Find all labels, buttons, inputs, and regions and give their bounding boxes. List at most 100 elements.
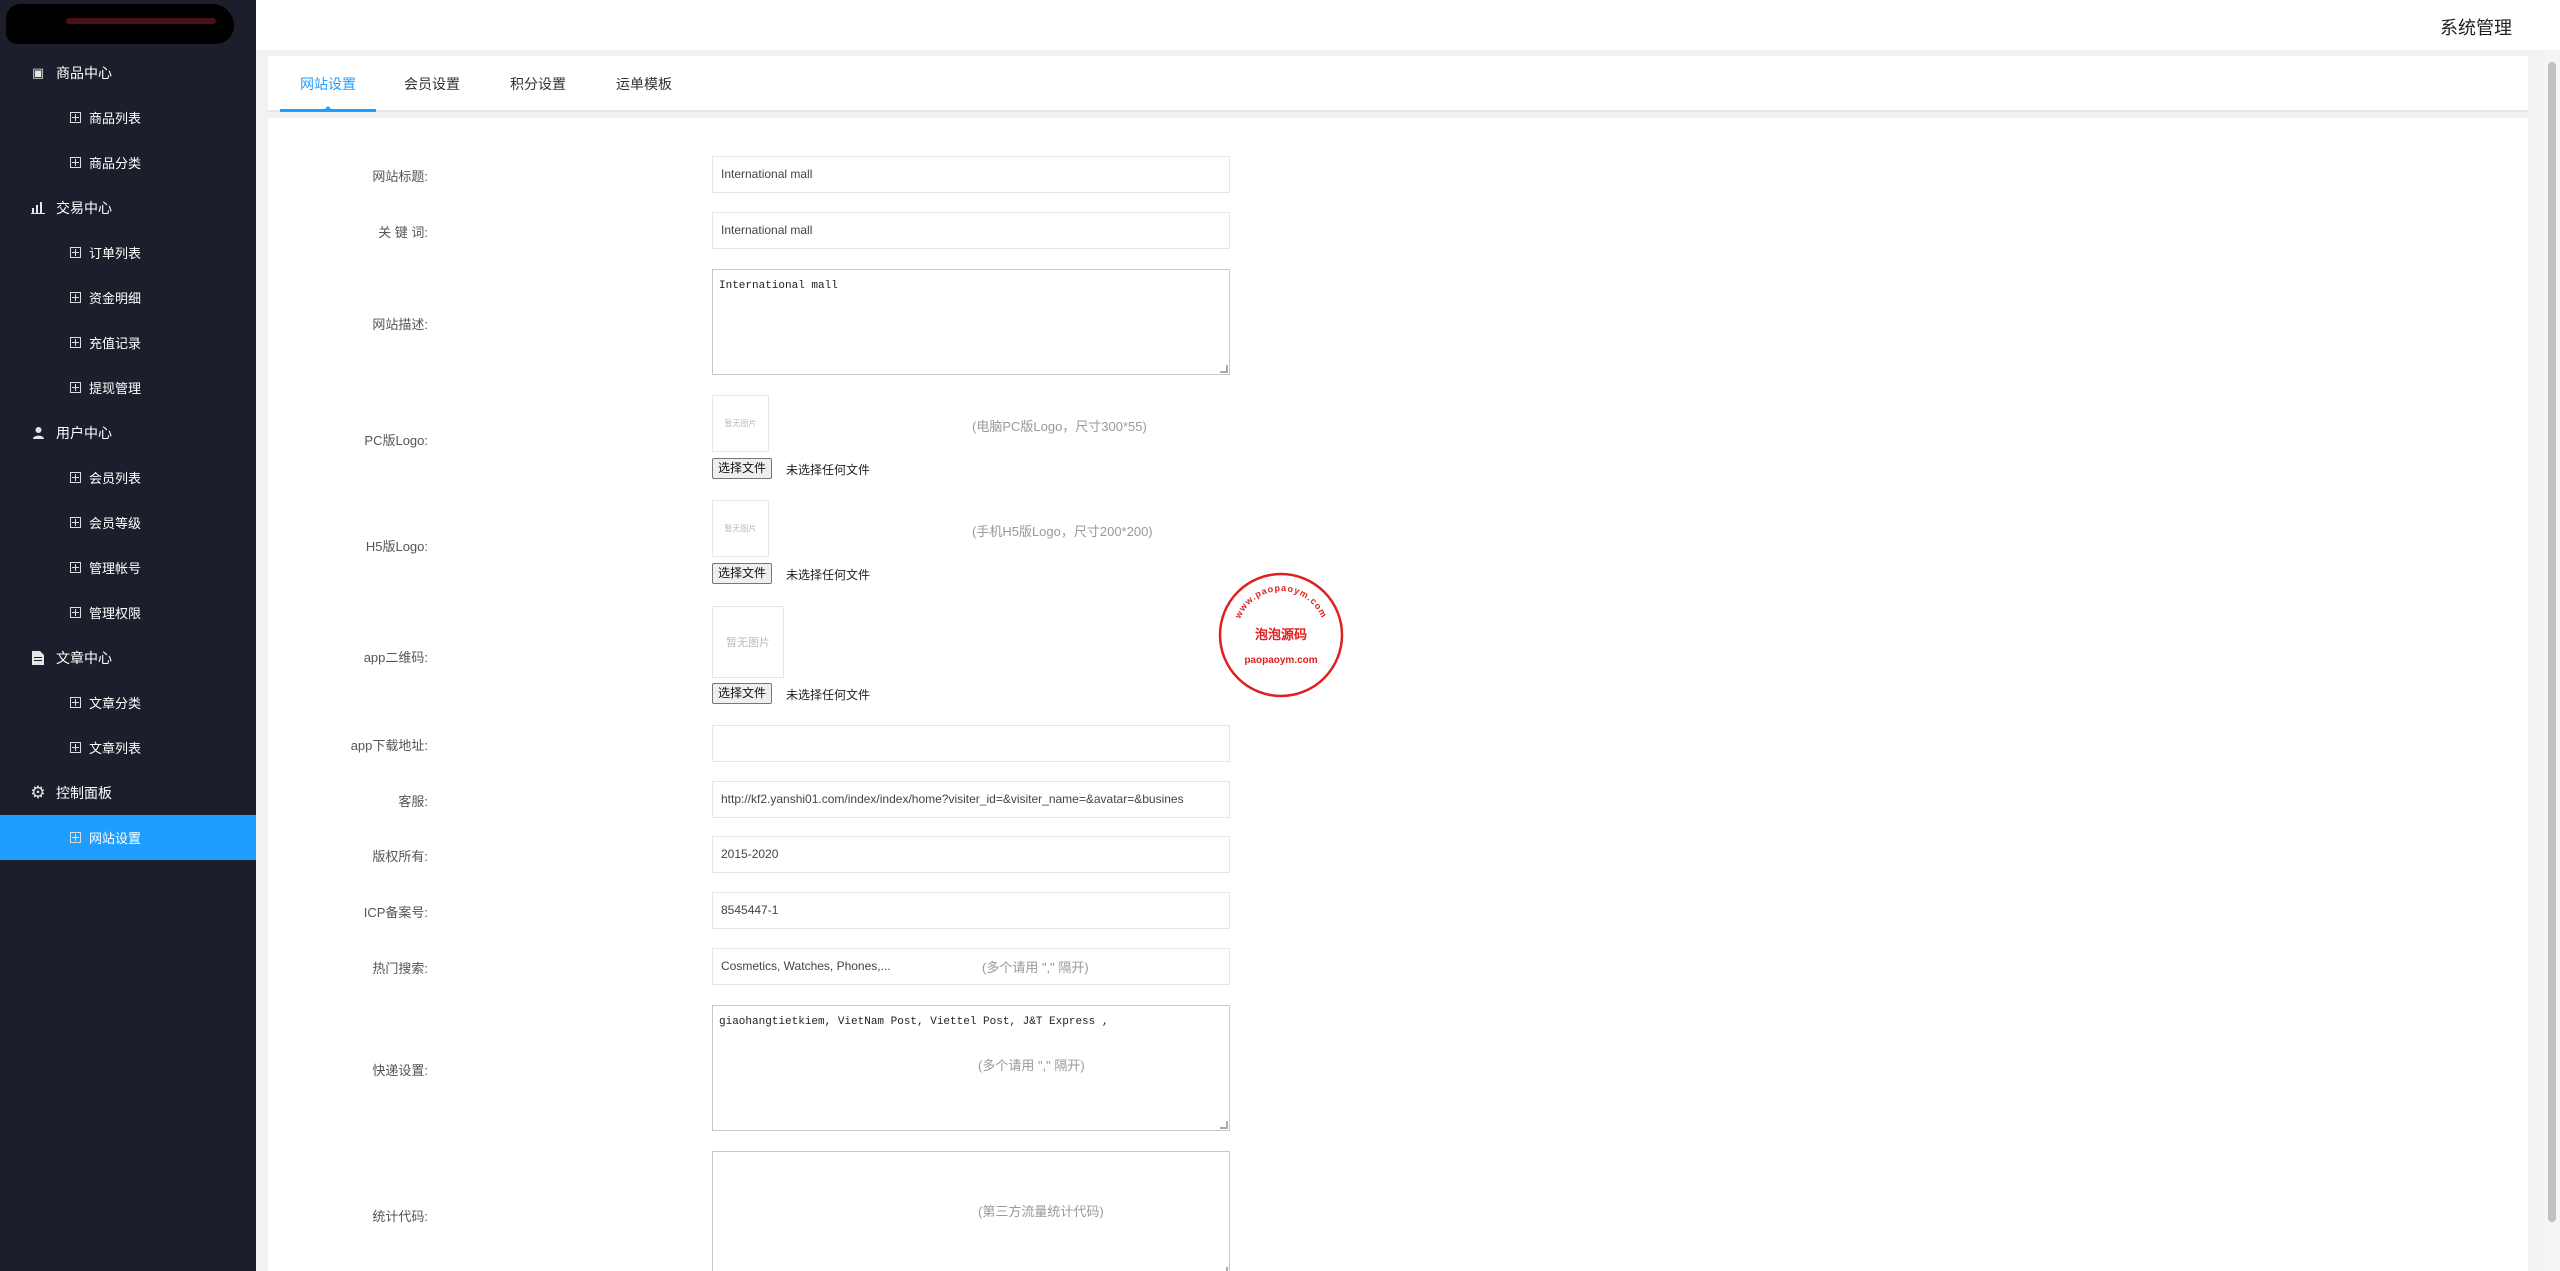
logo-image: [6, 4, 234, 44]
plus-square-icon: [70, 517, 81, 528]
plus-square-icon: [70, 112, 81, 123]
sidebar-item-article-category[interactable]: 文章分类: [0, 680, 256, 725]
hot-search-hint: (多个请用 "," 隔开): [982, 960, 1089, 975]
tab-points-settings[interactable]: 积分设置: [496, 56, 580, 112]
plus-square-icon: [70, 382, 81, 393]
top-header: 系统管理: [256, 0, 2560, 50]
sidebar-item-article-list[interactable]: 文章列表: [0, 725, 256, 770]
app-qr-preview: 暂无图片: [712, 606, 784, 678]
icp-input[interactable]: 8545447-1: [712, 892, 1230, 929]
keywords-input[interactable]: International mall: [712, 212, 1230, 249]
h5-logo-file-button[interactable]: 选择文件: [712, 563, 773, 584]
plus-square-icon: [70, 472, 81, 483]
bar-chart-icon: [30, 200, 46, 216]
box-icon: ▣: [31, 64, 45, 80]
sidebar-item-goods-category[interactable]: 商品分类: [0, 140, 256, 185]
watermark-top-text: www.paopaoym.com: [1232, 583, 1329, 621]
h5-logo-file-status: 未选择任何文件: [786, 568, 871, 582]
sidebar-menu: ▣ 商品中心 商品列表 商品分类 交易中心 订单列表 资金明细 充值记录 提现管…: [0, 50, 256, 860]
sidebar-group-control-panel[interactable]: ⚙ 控制面板: [0, 770, 256, 815]
sidebar-group-users[interactable]: 用户中心: [0, 410, 256, 455]
stats-code-textarea[interactable]: [712, 1151, 1230, 1271]
sidebar-item-label: 订单列表: [89, 246, 142, 261]
tab-waybill-template[interactable]: 运单模板: [602, 56, 686, 112]
sidebar-item-members[interactable]: 会员列表: [0, 455, 256, 500]
h5-logo-label: H5版Logo:: [365, 539, 428, 554]
pc-logo-hint: (电脑PC版Logo，尺寸300*55): [972, 419, 1147, 434]
sidebar-item-permissions[interactable]: 管理权限: [0, 590, 256, 635]
app-qr-file-button[interactable]: 选择文件: [712, 683, 773, 704]
scrollbar-thumb[interactable]: [2548, 62, 2556, 1222]
icp-label: ICP备案号:: [363, 905, 428, 920]
plus-square-icon: [70, 157, 81, 168]
express-text: giaohangtietkiem, VietNam Post, Viettel …: [719, 1016, 1109, 1028]
sidebar-item-label: 资金明细: [89, 291, 142, 306]
app-qr-file-status: 未选择任何文件: [786, 688, 871, 702]
resize-grip-icon[interactable]: [1220, 1121, 1228, 1129]
sidebar-item-label: 网站设置: [89, 831, 142, 846]
settings-tabs: 网站设置 会员设置 积分设置 运单模板: [268, 56, 2528, 112]
header-title[interactable]: 系统管理: [2440, 14, 2512, 40]
plus-square-icon: [70, 832, 81, 843]
description-label: 网站描述:: [372, 317, 428, 332]
stats-code-label: 统计代码:: [372, 1209, 428, 1224]
plus-square-icon: [70, 247, 81, 258]
plus-square-icon: [70, 607, 81, 618]
watermark-center-text: 泡泡源码: [1255, 627, 1307, 643]
express-textarea[interactable]: giaohangtietkiem, VietNam Post, Viettel …: [712, 1005, 1230, 1131]
app-download-label: app下载地址:: [350, 738, 428, 753]
app-qr-label: app二维码:: [363, 650, 428, 665]
sidebar-item-label: 提现管理: [89, 381, 142, 396]
copyright-label: 版权所有:: [372, 849, 428, 864]
sidebar: ▣ 商品中心 商品列表 商品分类 交易中心 订单列表 资金明细 充值记录 提现管…: [0, 0, 256, 1271]
app-download-input[interactable]: [712, 725, 1230, 762]
sidebar-item-recharge[interactable]: 充值记录: [0, 320, 256, 365]
plus-square-icon: [70, 742, 81, 753]
sidebar-item-label: 会员列表: [89, 471, 142, 486]
keywords-label: 关 键 词:: [378, 225, 428, 240]
express-hint: (多个请用 "," 隔开): [978, 1058, 1085, 1073]
sidebar-item-label: 会员等级: [89, 516, 142, 531]
h5-logo-preview: 暂无图片: [712, 500, 769, 557]
site-title-input[interactable]: International mall: [712, 156, 1230, 193]
tab-site-settings[interactable]: 网站设置: [280, 56, 376, 112]
description-textarea[interactable]: International mall: [712, 269, 1230, 375]
user-icon: [30, 425, 46, 441]
site-title-label: 网站标题:: [372, 169, 428, 184]
sidebar-item-site-settings[interactable]: 网站设置: [0, 815, 256, 860]
sidebar-item-label: 文章分类: [89, 696, 142, 711]
pc-logo-file-button[interactable]: 选择文件: [712, 458, 773, 479]
resize-grip-icon[interactable]: [1220, 365, 1228, 373]
tab-member-settings[interactable]: 会员设置: [390, 56, 474, 112]
sidebar-item-funds[interactable]: 资金明细: [0, 275, 256, 320]
plus-square-icon: [70, 697, 81, 708]
sidebar-group-trade[interactable]: 交易中心: [0, 185, 256, 230]
settings-form: 网站标题: International mall 关 键 词: Internat…: [268, 118, 2528, 1271]
sidebar-item-goods-list[interactable]: 商品列表: [0, 95, 256, 140]
sidebar-item-admin-accounts[interactable]: 管理帐号: [0, 545, 256, 590]
customer-service-input[interactable]: http://kf2.yanshi01.com/index/index/home…: [712, 781, 1230, 818]
hot-search-input[interactable]: Cosmetics, Watches, Phones,...: [712, 948, 1230, 985]
watermark-bottom-text: paopaoym.com: [1244, 655, 1317, 666]
sidebar-item-withdraw[interactable]: 提现管理: [0, 365, 256, 410]
copyright-input[interactable]: 2015-2020: [712, 836, 1230, 873]
sidebar-item-label: 商品分类: [89, 156, 142, 171]
sidebar-item-label: 充值记录: [89, 336, 142, 351]
sidebar-group-label: 用户中心: [56, 424, 112, 441]
page-scrollbar[interactable]: [2544, 50, 2560, 1271]
sidebar-group-articles[interactable]: 文章中心: [0, 635, 256, 680]
sidebar-item-label: 管理权限: [89, 606, 142, 621]
resize-grip-icon[interactable]: [1220, 1267, 1228, 1271]
sidebar-group-label: 商品中心: [56, 64, 112, 81]
sidebar-item-label: 商品列表: [89, 111, 142, 126]
logo[interactable]: [0, 0, 240, 50]
pc-logo-file-status: 未选择任何文件: [786, 463, 871, 477]
sidebar-item-member-level[interactable]: 会员等级: [0, 500, 256, 545]
sidebar-item-orders[interactable]: 订单列表: [0, 230, 256, 275]
plus-square-icon: [70, 337, 81, 348]
document-icon: [30, 650, 46, 666]
h5-logo-hint: (手机H5版Logo，尺寸200*200): [972, 524, 1153, 539]
description-text: International mall: [719, 280, 838, 292]
sidebar-group-goods[interactable]: ▣ 商品中心: [0, 50, 256, 95]
pc-logo-label: PC版Logo:: [364, 433, 428, 448]
